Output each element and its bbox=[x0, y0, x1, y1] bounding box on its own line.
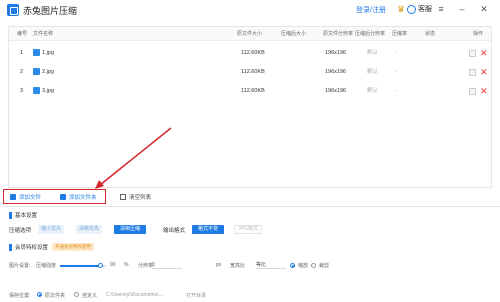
preview-icon[interactable] bbox=[469, 69, 476, 76]
file-size: 112.60KB bbox=[241, 88, 265, 94]
file-table: 编号 文件名称 原文件大小 压缩后大小 原文件分辨率 压缩后分辨率 压缩率 状态… bbox=[8, 26, 492, 188]
file-res: 196x196 bbox=[325, 69, 347, 75]
quality-suffix: % bbox=[124, 262, 129, 268]
crown-icon[interactable]: ♛ bbox=[397, 4, 405, 14]
delete-icon[interactable]: ✕ bbox=[480, 66, 488, 78]
delete-icon[interactable]: ✕ bbox=[480, 85, 488, 97]
output-path[interactable]: C:\Users\yl\Documents\... bbox=[106, 292, 163, 298]
trash-icon bbox=[120, 194, 126, 200]
row-id: 3 bbox=[20, 88, 24, 94]
file-size: 112.60KB bbox=[241, 50, 265, 56]
file-size: 112.60KB bbox=[241, 69, 265, 75]
file-res: 196x196 bbox=[325, 50, 347, 56]
quality-slider-fill bbox=[60, 265, 102, 267]
vip-settings-label: 会员特权设置 bbox=[15, 245, 49, 251]
col-new-size: 压缩后大小 bbox=[281, 31, 307, 37]
option-shrink-first[interactable]: 缩小优先 bbox=[38, 225, 64, 234]
resolution-unit: px bbox=[216, 262, 222, 268]
new-res: 默认 bbox=[367, 50, 379, 56]
preview-icon[interactable] bbox=[469, 88, 476, 95]
clear-list-label: 清空列表 bbox=[129, 195, 152, 201]
app-title: 赤兔图片压缩 bbox=[23, 5, 78, 16]
col-status: 状态 bbox=[425, 31, 436, 37]
quality-value: 90 bbox=[110, 262, 116, 268]
col-id: 编号 bbox=[17, 31, 28, 37]
quality-label: 压缩强度 bbox=[36, 263, 57, 269]
basic-settings-title: 基本设置 bbox=[9, 211, 37, 219]
format-keep-button[interactable]: 格式不变 bbox=[192, 225, 224, 234]
customer-service-button[interactable]: 客服 bbox=[407, 4, 432, 14]
image-file-icon bbox=[33, 68, 40, 76]
custom-folder-radio[interactable] bbox=[74, 292, 79, 297]
scale-radio[interactable] bbox=[290, 263, 295, 268]
quality-slider[interactable] bbox=[60, 263, 106, 268]
section-marker bbox=[9, 243, 12, 251]
row-id: 2 bbox=[20, 69, 24, 75]
resolution-input[interactable]: 0 bbox=[152, 261, 182, 269]
delete-icon[interactable]: ✕ bbox=[480, 47, 488, 59]
compress-option-label: 压缩选项 bbox=[9, 228, 32, 234]
table-row[interactable]: 1 1.jpg 112.60KB 196x196 默认 - ✕ bbox=[9, 44, 491, 63]
col-rate: 压缩率 bbox=[392, 31, 408, 37]
file-name: 2.jpg bbox=[42, 69, 54, 75]
rate: - bbox=[395, 88, 397, 94]
col-action: 操作 bbox=[473, 31, 484, 37]
vip-badge[interactable]: 开通会员特权使用 bbox=[52, 243, 94, 251]
image-settings-label: 图片设置: bbox=[9, 263, 31, 269]
preview-icon[interactable] bbox=[469, 50, 476, 57]
menu-icon[interactable]: ≡ bbox=[435, 3, 447, 15]
original-folder-radio[interactable] bbox=[37, 292, 42, 297]
quality-slider-handle[interactable] bbox=[98, 263, 104, 268]
headset-icon bbox=[407, 4, 416, 14]
output-format-label: 输出格式 bbox=[163, 228, 186, 234]
new-res: 默认 bbox=[367, 88, 379, 94]
clear-list-button[interactable]: 清空列表 bbox=[120, 190, 151, 204]
vip-settings-title: 会员特权设置 bbox=[9, 243, 48, 251]
format-jpg-button[interactable]: JPG格式 bbox=[234, 225, 262, 234]
col-res: 原文件分辨率 bbox=[323, 31, 354, 37]
image-file-icon bbox=[33, 49, 40, 57]
crop-radio[interactable] bbox=[311, 263, 316, 268]
table-header: 编号 文件名称 原文件大小 压缩后大小 原文件分辨率 压缩后分辨率 压缩率 状态… bbox=[9, 27, 491, 41]
divider bbox=[0, 206, 500, 207]
login-link[interactable]: 登录/注册 bbox=[356, 5, 386, 15]
section-marker bbox=[9, 211, 12, 219]
table-row[interactable]: 3 3.jpg 112.60KB 196x196 默认 - ✕ bbox=[9, 82, 491, 101]
new-res: 默认 bbox=[367, 69, 379, 75]
aspect-label: 宽高比 bbox=[230, 263, 246, 269]
file-name: 1.jpg bbox=[42, 50, 54, 56]
file-res: 196x196 bbox=[325, 88, 347, 94]
table-row[interactable]: 2 2.jpg 112.60KB 196x196 默认 - ✕ bbox=[9, 63, 491, 82]
open-folder-link[interactable]: 打开目录 bbox=[186, 292, 206, 299]
col-name: 文件名称 bbox=[33, 31, 54, 37]
crop-label: 裁剪 bbox=[319, 263, 330, 269]
file-name: 3.jpg bbox=[42, 88, 54, 94]
resolution-label: 分辨率 bbox=[138, 263, 154, 269]
col-size: 原文件大小 bbox=[237, 31, 263, 37]
row-id: 1 bbox=[20, 50, 24, 56]
save-location-label: 保存位置: bbox=[9, 293, 31, 299]
scale-label: 缩放 bbox=[298, 263, 309, 269]
rate: - bbox=[395, 50, 397, 56]
option-clarity-first[interactable]: 清晰优先 bbox=[76, 225, 102, 234]
minimize-icon[interactable]: – bbox=[456, 3, 468, 15]
option-clear-compress[interactable]: 清晰压缩 bbox=[114, 225, 146, 234]
annotation-highlight-box bbox=[3, 189, 106, 204]
basic-settings-label: 基本设置 bbox=[15, 213, 38, 219]
rate: - bbox=[395, 69, 397, 75]
aspect-select[interactable]: 等比 bbox=[256, 261, 286, 269]
service-label: 客服 bbox=[418, 6, 432, 13]
custom-folder-label: 自定义 bbox=[82, 293, 98, 299]
app-logo-icon bbox=[7, 4, 19, 16]
original-folder-label: 原文件夹 bbox=[45, 293, 66, 299]
col-new-res: 压缩后分辨率 bbox=[355, 31, 386, 37]
close-icon[interactable]: ✕ bbox=[478, 3, 490, 15]
image-file-icon bbox=[33, 87, 40, 95]
